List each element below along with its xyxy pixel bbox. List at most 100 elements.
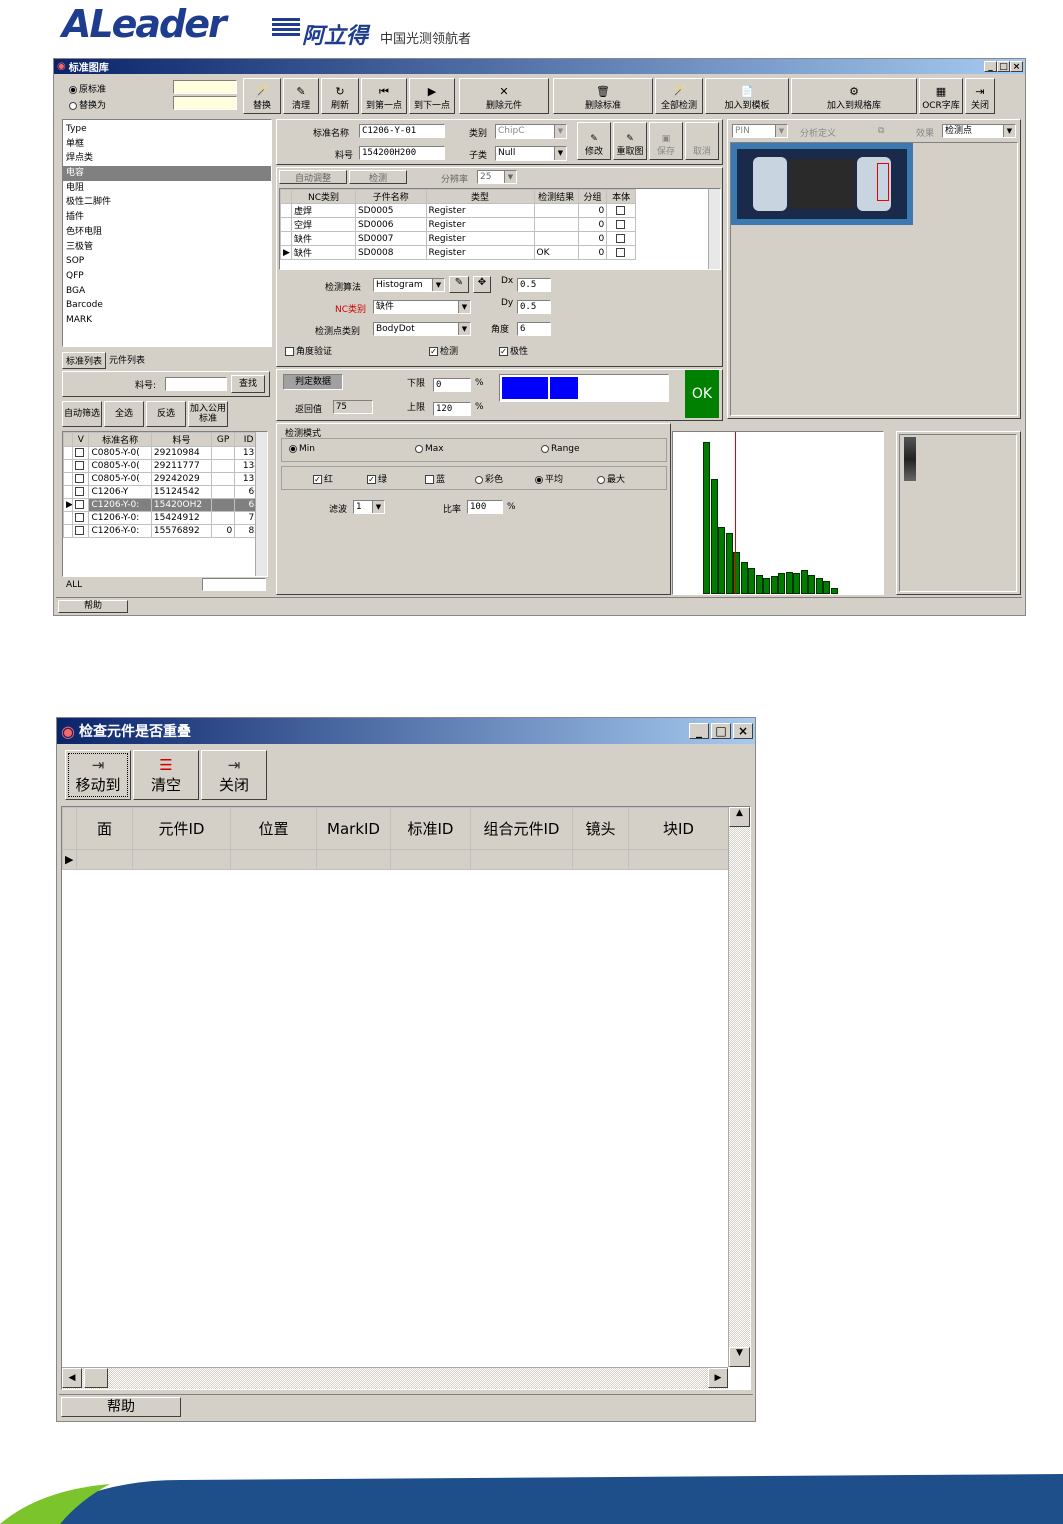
- pin-select[interactable]: PIN: [732, 124, 788, 138]
- effect-select[interactable]: 检测点: [942, 124, 1016, 138]
- edit-button-1[interactable]: ✎ 重取图: [613, 122, 647, 160]
- toolbar-button-6[interactable]: 🗑 删除标准: [553, 78, 653, 114]
- type-item[interactable]: QFP: [63, 269, 271, 284]
- minimize-button-2[interactable]: _: [689, 723, 709, 739]
- toolbar-button-8[interactable]: 📄 加入到模板: [705, 78, 789, 114]
- type-item[interactable]: SOP: [63, 254, 271, 269]
- nc-row[interactable]: ▶ 缺件 SD0008 Register OK 0: [280, 245, 636, 260]
- all-input[interactable]: [202, 578, 266, 591]
- body-checkbox[interactable]: [615, 247, 625, 257]
- row-checkbox[interactable]: [75, 513, 85, 522]
- category-select[interactable]: ChipC: [495, 124, 567, 139]
- lower-input[interactable]: 0: [433, 378, 471, 392]
- row-checkbox[interactable]: [75, 461, 85, 470]
- type-item[interactable]: 色环电阻: [63, 225, 271, 240]
- upper-input[interactable]: 120: [433, 402, 471, 416]
- type-item[interactable]: 极性二脚件: [63, 195, 271, 210]
- edit-button-2[interactable]: ▣ 保存: [649, 122, 683, 160]
- polarity-check[interactable]: ✓ 极性: [499, 344, 528, 357]
- column-header[interactable]: 标准ID: [390, 807, 471, 850]
- edit-button-0[interactable]: ✎ 修改: [577, 122, 611, 160]
- color-avg-radio[interactable]: 平均: [535, 472, 563, 485]
- toolbar-button-4[interactable]: ▶ 到下一点: [409, 78, 455, 114]
- type-item[interactable]: Barcode: [63, 298, 271, 313]
- table-row[interactable]: ▶: [62, 849, 729, 870]
- subcategory-select[interactable]: Null: [495, 146, 567, 161]
- body-checkbox[interactable]: [615, 219, 625, 229]
- close-button-2[interactable]: ×: [733, 723, 753, 739]
- close-button[interactable]: ×: [1010, 61, 1023, 72]
- table-cell[interactable]: [76, 849, 133, 870]
- table-row[interactable]: C0805-Y-0(29210984 132: [63, 446, 263, 460]
- table-row[interactable]: C1206-Y1512454266: [63, 485, 263, 499]
- column-header[interactable]: 标准名称: [88, 432, 152, 447]
- maximize-button-2[interactable]: □: [711, 723, 731, 739]
- filter-select[interactable]: 1: [353, 500, 385, 514]
- body-checkbox[interactable]: [615, 205, 625, 215]
- mode-range[interactable]: Range: [541, 444, 580, 454]
- std-name-input[interactable]: C1206-Y-01: [359, 124, 445, 138]
- row-checkbox[interactable]: [75, 526, 85, 535]
- algo-select[interactable]: Histogram: [373, 278, 445, 292]
- search-button[interactable]: 查找: [231, 375, 265, 393]
- toolbar-button-5[interactable]: ✕ 删除元件: [459, 78, 549, 114]
- column-header[interactable]: 分组: [577, 189, 608, 204]
- table-cell[interactable]: [230, 849, 317, 870]
- part-search-input[interactable]: [165, 377, 227, 391]
- list-button-2[interactable]: 反选: [146, 401, 186, 427]
- table-cell[interactable]: [132, 849, 231, 870]
- toolbar-button-1[interactable]: ✎ 清理: [283, 78, 319, 114]
- std-scrollbar[interactable]: [255, 432, 267, 576]
- maximize-button[interactable]: □: [997, 61, 1010, 72]
- column-header[interactable]: 料号: [150, 432, 213, 447]
- resolution-select[interactable]: 25: [477, 170, 517, 184]
- column-header[interactable]: 本体: [606, 189, 636, 204]
- row-checkbox[interactable]: [75, 500, 85, 509]
- type-item[interactable]: MARK: [63, 313, 271, 328]
- toolbar-button-10[interactable]: ▦ OCR字库: [919, 78, 963, 114]
- wand-button[interactable]: ✎: [449, 276, 469, 293]
- horizontal-scrollbar[interactable]: ◀ ▶: [62, 1367, 728, 1389]
- type-item[interactable]: 电阻: [63, 181, 271, 196]
- angle-input[interactable]: 6: [517, 322, 551, 336]
- toolbar-button-2[interactable]: ↻ 刷新: [321, 78, 359, 114]
- table-row[interactable]: C0805-Y-0(29211777 134: [63, 459, 263, 473]
- tab-auto-adjust[interactable]: 自动调整: [279, 170, 347, 184]
- table-cell[interactable]: [628, 849, 729, 870]
- column-header[interactable]: MarkID: [316, 807, 391, 850]
- tab-standard-list[interactable]: 标准列表: [62, 352, 107, 369]
- body-checkbox[interactable]: [615, 233, 625, 243]
- color-red-check[interactable]: ✓ 红: [313, 472, 333, 485]
- list-button-3[interactable]: 加入公用标准: [188, 401, 228, 427]
- tab-part-list[interactable]: 元件列表: [106, 352, 148, 369]
- list-button-0[interactable]: 自动筛选: [62, 401, 102, 427]
- column-header[interactable]: 类型: [425, 189, 535, 204]
- list-button-1[interactable]: 全选: [104, 401, 144, 427]
- color-blue-check[interactable]: 蓝: [425, 472, 445, 485]
- nc-row[interactable]: 空焊 SD0006 Register 0: [280, 217, 636, 232]
- clear-button[interactable]: ☰ 清空: [133, 750, 199, 800]
- type-item[interactable]: 插件: [63, 210, 271, 225]
- point-type-select[interactable]: BodyDot: [373, 322, 471, 336]
- nc-row[interactable]: 缺件 SD0007 Register 0: [280, 231, 636, 246]
- color-green-check[interactable]: ✓ 绿: [367, 472, 387, 485]
- vertical-scrollbar[interactable]: ▲ ▼: [728, 807, 750, 1367]
- nc-type-select[interactable]: 缺件: [373, 300, 471, 314]
- copy-icon[interactable]: ⧉: [878, 126, 884, 136]
- table-cell[interactable]: [572, 849, 629, 870]
- column-header[interactable]: 位置: [230, 807, 317, 850]
- table-cell[interactable]: [390, 849, 471, 870]
- type-item[interactable]: BGA: [63, 284, 271, 299]
- mode-max[interactable]: Max: [415, 444, 444, 454]
- color-full-radio[interactable]: 彩色: [475, 472, 503, 485]
- table-row[interactable]: C0805-Y-0(29242029 137: [63, 472, 263, 486]
- column-header[interactable]: GP: [211, 432, 236, 447]
- toolbar-button-11[interactable]: ⇥ 关闭: [965, 78, 995, 114]
- table-row[interactable]: ▶C1206-Y-0:15420OH268: [63, 498, 263, 512]
- column-header[interactable]: 面: [76, 807, 133, 850]
- column-header[interactable]: 块ID: [628, 807, 729, 850]
- column-header[interactable]: 元件ID: [132, 807, 231, 850]
- column-header[interactable]: 镜头: [572, 807, 629, 850]
- column-header[interactable]: 子件名称: [354, 189, 427, 204]
- table-row[interactable]: C1206-Y-0:1542491273: [63, 511, 263, 525]
